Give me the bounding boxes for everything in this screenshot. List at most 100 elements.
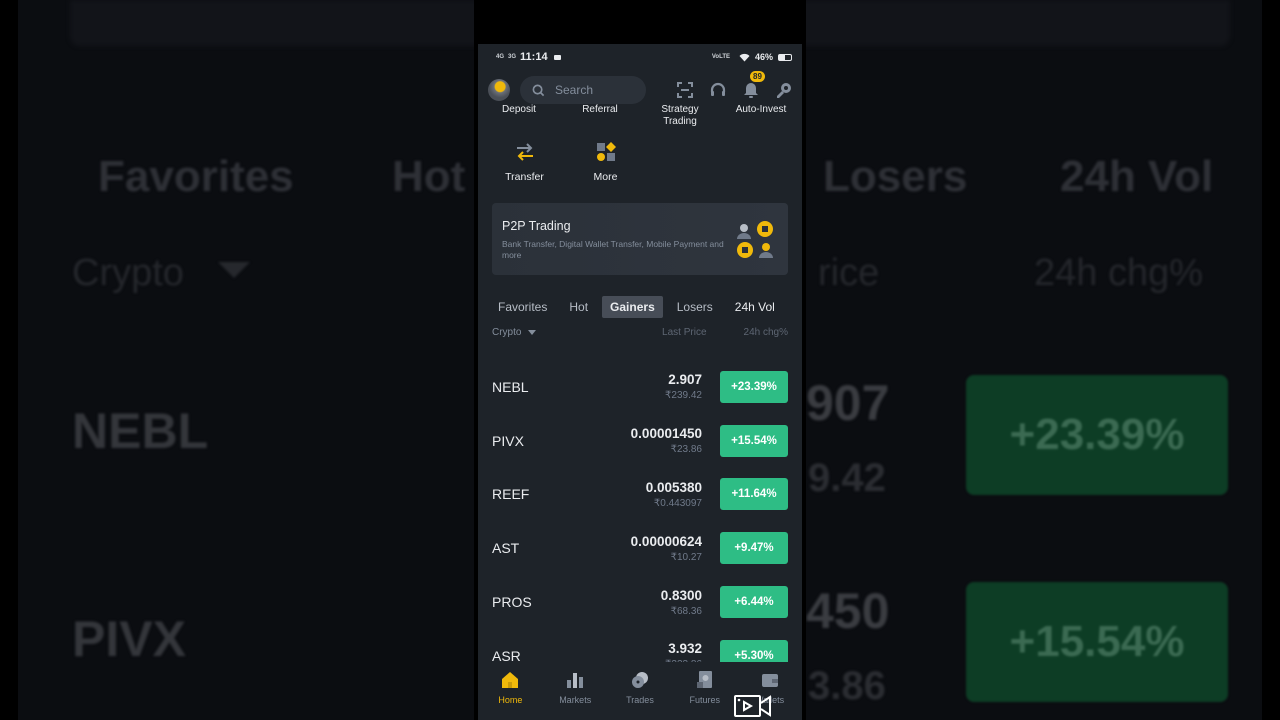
support-button[interactable] (708, 80, 728, 100)
avatar[interactable] (488, 79, 510, 101)
coin-symbol: REEF (492, 486, 530, 503)
nav-home[interactable]: Home (478, 670, 543, 720)
shortcut-deposit[interactable]: Deposit (484, 104, 554, 116)
change-badge[interactable]: +23.39% (720, 370, 788, 403)
more-grid-icon (596, 142, 616, 161)
phone-screen: 4G 3G 11:14 VoLTE 46% Search 89 Deposit … (478, 44, 802, 720)
nav-futures[interactable]: Futures (672, 670, 737, 720)
headset-icon (710, 82, 726, 96)
coin-price-inr: ₹0.443097 (653, 497, 702, 509)
coin-price: 0.8300 (660, 587, 702, 603)
background-header: rice (818, 252, 880, 294)
futures-icon (696, 671, 712, 688)
shortcuts-row: Transfer More (478, 141, 802, 201)
markets-icon (567, 673, 584, 688)
background-tab: 24h Vol (1060, 152, 1214, 201)
screen: Favorites Hot Losers 24h Vol Crypto rice… (0, 0, 1280, 720)
search-placeholder: Search (555, 83, 594, 97)
scan-icon (677, 82, 693, 98)
shortcut-more[interactable]: More (565, 141, 646, 183)
shortcut-strategy-trading[interactable]: Strategy Trading (645, 104, 715, 128)
search-input[interactable]: Search (520, 76, 646, 104)
coin-row[interactable]: PIVX 0.00001450 ₹23.86 +15.54% (478, 414, 802, 468)
status-bar: 4G 3G 11:14 VoLTE 46% (478, 44, 802, 70)
background-tab: Hot (392, 152, 466, 201)
transfer-icon (516, 143, 533, 161)
p2p-illustration-icon (737, 221, 773, 258)
bell-icon (744, 82, 758, 98)
notification-badge: 89 (750, 71, 765, 82)
tab-24h-vol[interactable]: 24h Vol (727, 296, 775, 318)
market-tabs: Favorites Hot Gainers Losers 24h Vol (478, 295, 802, 319)
coin-price-inr: ₹68.36 (670, 605, 702, 617)
wallet-icon (761, 674, 778, 687)
coin-price: 3.932 (668, 641, 702, 657)
nav-markets[interactable]: Markets (543, 670, 608, 720)
battery-percent: 46% (754, 52, 773, 62)
coin-symbol: AST (492, 540, 520, 557)
video-record-icon (734, 695, 771, 717)
chevron-down-icon (528, 329, 537, 335)
coin-row[interactable]: REEF 0.005380 ₹0.443097 +11.64% (478, 468, 802, 522)
coin-row[interactable]: NEBL 2.907 ₹239.42 +23.39% (478, 360, 802, 414)
shortcuts-partial-row: Deposit Referral Strategy Trading Auto-I… (478, 104, 802, 136)
coin-row[interactable]: AST 0.00000624 ₹10.27 +9.47% (478, 521, 802, 575)
coin-price-inr: ₹23.86 (670, 444, 702, 456)
p2p-trading-banner[interactable]: P2P Trading Bank Transfer, Digital Walle… (492, 203, 788, 275)
coin-symbol: NEBL (492, 378, 529, 395)
notifications-button[interactable]: 89 (741, 71, 765, 100)
coin-symbol: PROS (492, 594, 532, 611)
coin-price: 0.00000624 (630, 533, 702, 549)
background-change-badge: +23.39% (966, 375, 1228, 495)
coin-row[interactable]: PROS 0.8300 ₹68.36 +6.44% (478, 575, 802, 629)
background-price: 450 (806, 583, 890, 639)
change-badge[interactable]: +6.44% (720, 586, 788, 619)
tab-favorites[interactable]: Favorites (490, 296, 555, 318)
background-tab: Losers (823, 152, 968, 201)
shortcut-label: More (593, 171, 618, 183)
wifi-icon (739, 53, 750, 61)
change-badge[interactable]: +11.64% (720, 478, 788, 511)
volte-icon: VoLTE (711, 54, 730, 60)
background-symbol: PIVX (72, 611, 186, 667)
list-header: Crypto Last Price 24h chg% (478, 319, 802, 345)
coin-price: 0.00001450 (630, 426, 702, 442)
home-icon (502, 672, 519, 688)
share-button[interactable] (774, 80, 794, 100)
background-symbol: NEBL (72, 403, 209, 459)
shortcut-auto-invest[interactable]: Auto-Invest (726, 104, 796, 116)
battery-icon (778, 53, 792, 61)
search-icon (532, 84, 545, 96)
coin-price-inr: ₹239.42 (665, 390, 702, 402)
background-header: Crypto (72, 252, 184, 294)
coin-symbol: PIVX (492, 432, 524, 449)
nav-trades[interactable]: Trades (608, 670, 673, 720)
last-price-header[interactable]: Last Price (662, 327, 706, 338)
shortcut-transfer[interactable]: Transfer (484, 141, 565, 183)
tab-gainers[interactable]: Gainers (602, 296, 663, 318)
coin-price: 0.005380 (645, 479, 702, 495)
trades-icon (631, 672, 648, 688)
screen-record-icon (553, 54, 561, 60)
scan-button[interactable] (675, 80, 695, 100)
background-price: 907 (806, 375, 890, 431)
coin-list: NEBL 2.907 ₹239.42 +23.39% PIVX 0.0000145… (478, 360, 802, 683)
signal-4g-icon: 4G (496, 54, 505, 60)
background-change-badge: +15.54% (966, 582, 1228, 702)
p2p-description: Bank Transfer, Digital Wallet Transfer, … (502, 239, 724, 260)
background-header: 24h chg% (1034, 252, 1204, 294)
background-dropdown-icon (218, 262, 250, 278)
referral-pin-icon (777, 83, 791, 98)
change-header[interactable]: 24h chg% (744, 327, 788, 338)
coin-price-inr: ₹10.27 (670, 551, 702, 563)
change-badge[interactable]: +9.47% (720, 532, 788, 565)
coin-price: 2.907 (668, 372, 702, 388)
tab-hot[interactable]: Hot (561, 296, 596, 318)
tab-losers[interactable]: Losers (669, 296, 721, 318)
background-tab: Favorites (98, 152, 294, 201)
shortcut-referral[interactable]: Referral (565, 104, 635, 116)
crypto-filter-dropdown[interactable]: Crypto (492, 327, 537, 338)
clock: 11:14 (520, 51, 548, 63)
background-inr: 3.86 (808, 664, 886, 708)
change-badge[interactable]: +15.54% (720, 424, 788, 457)
